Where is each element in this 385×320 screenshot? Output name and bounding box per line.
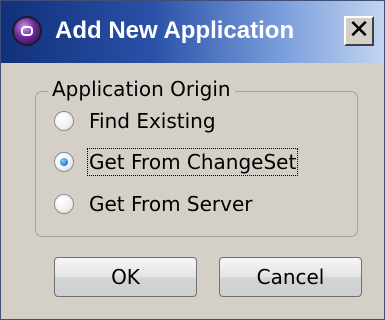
radio-button[interactable] (54, 194, 74, 214)
group-label: Application Origin (48, 77, 235, 101)
radio-button[interactable] (54, 111, 74, 131)
close-icon: ✕ (348, 15, 370, 45)
application-origin-group: Application Origin Find Existing Get Fro… (35, 77, 358, 237)
title-bar[interactable]: Add New Application ✕ (1, 1, 384, 63)
radio-find-existing[interactable]: Find Existing (54, 106, 217, 136)
ok-button[interactable]: OK (54, 257, 197, 297)
cancel-button[interactable]: Cancel (219, 257, 362, 297)
radio-label[interactable]: Find Existing (88, 108, 217, 134)
radio-label[interactable]: Get From ChangeSet (86, 148, 299, 176)
radio-label[interactable]: Get From Server (88, 191, 254, 217)
window-title: Add New Application (55, 17, 295, 44)
radio-button-selected[interactable] (54, 152, 74, 172)
radio-get-from-server[interactable]: Get From Server (54, 189, 254, 219)
app-logo-icon (12, 16, 42, 46)
close-button[interactable]: ✕ (344, 16, 374, 46)
add-new-application-dialog: Add New Application ✕ Application Origin… (0, 0, 385, 320)
radio-get-from-changeset[interactable]: Get From ChangeSet (54, 147, 299, 177)
